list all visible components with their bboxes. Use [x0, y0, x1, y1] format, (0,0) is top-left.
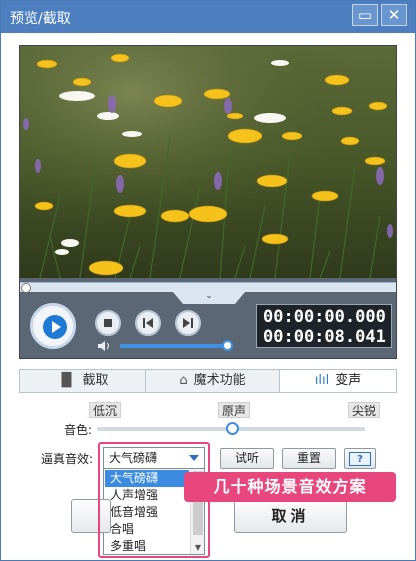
- next-frame-button[interactable]: [175, 310, 201, 336]
- play-button[interactable]: [30, 303, 76, 349]
- volume-fill: [120, 344, 228, 348]
- tab-magic[interactable]: ⌂ 魔术功能: [146, 370, 280, 392]
- play-icon: [43, 315, 67, 339]
- speaker-icon[interactable]: [97, 340, 113, 352]
- total-time: 00:00:08.041: [263, 327, 386, 347]
- tone-label: 音色:: [64, 423, 93, 437]
- soundwave-icon: ılıl: [314, 373, 330, 388]
- preview-window: 预览/截取 ▭ ✕ ⌄ 00:00:00.000 00:00:08.041 ▐▌…: [0, 0, 416, 561]
- stop-button[interactable]: [95, 310, 121, 336]
- effect-label: 逼真音效:: [41, 452, 94, 466]
- title-bar: 预览/截取 ▭ ✕: [1, 1, 415, 33]
- reset-button[interactable]: 重置: [282, 448, 336, 469]
- audition-button[interactable]: 试听: [220, 448, 274, 469]
- tone-slider[interactable]: [97, 422, 365, 435]
- expand-toggle[interactable]: ⌄: [173, 292, 245, 304]
- stop-icon: [104, 319, 112, 327]
- tone-low-mark: 低沉: [89, 402, 122, 418]
- close-button[interactable]: ✕: [381, 4, 407, 26]
- step-forward-icon: [183, 318, 193, 328]
- tab-cut-label: 截取: [82, 373, 109, 388]
- tone-high-mark: 尖锐: [348, 402, 381, 418]
- tab-cut[interactable]: ▐▌ 截取: [20, 370, 146, 392]
- window-title: 预览/截取: [10, 11, 71, 27]
- tone-mid-mark: 原声: [218, 402, 251, 418]
- cancel-button[interactable]: 取消: [234, 499, 347, 533]
- step-back-icon: [143, 318, 153, 328]
- magic-hat-icon: ⌂: [179, 373, 188, 388]
- minimize-button[interactable]: ▭: [352, 4, 378, 26]
- tab-voice-change[interactable]: ılıl 变声: [280, 370, 396, 392]
- help-button[interactable]: ?: [344, 448, 376, 469]
- minimize-icon: ▭: [357, 6, 373, 24]
- progress-bar[interactable]: [20, 282, 396, 293]
- chevron-down-icon: ⌄: [205, 291, 213, 301]
- film-cut-icon: ▐▌: [56, 373, 77, 388]
- tone-handle[interactable]: [226, 422, 239, 435]
- annotation-callout: 几十种场景音效方案: [184, 472, 396, 502]
- tab-magic-label: 魔术功能: [193, 373, 246, 388]
- help-icon: ?: [349, 452, 371, 466]
- close-icon: ✕: [387, 6, 401, 24]
- flower-field-image: [20, 46, 396, 278]
- previous-frame-button[interactable]: [135, 310, 161, 336]
- video-player: ⌄ 00:00:00.000 00:00:08.041: [19, 45, 397, 359]
- volume-handle[interactable]: [222, 340, 233, 351]
- volume-slider[interactable]: [120, 340, 233, 351]
- feature-tabs: ▐▌ 截取 ⌂ 魔术功能 ılıl 变声: [19, 369, 397, 393]
- tab-voice-change-label: 变声: [335, 373, 362, 388]
- video-preview: [20, 46, 396, 278]
- current-time: 00:00:00.000: [263, 307, 386, 327]
- time-display: 00:00:00.000 00:00:08.041: [256, 304, 392, 348]
- progress-handle[interactable]: [21, 283, 31, 293]
